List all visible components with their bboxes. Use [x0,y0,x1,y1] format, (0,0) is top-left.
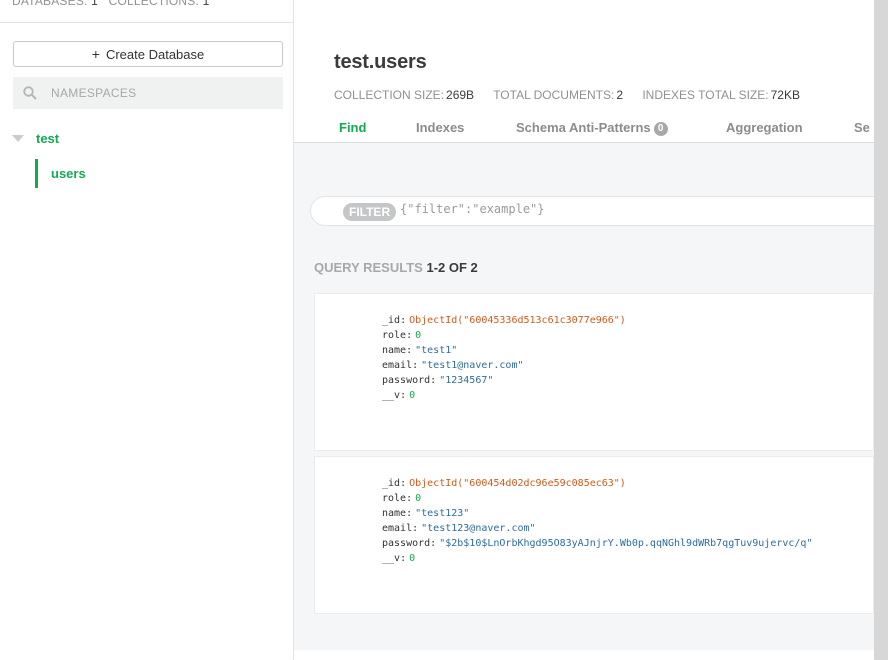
document-field: _idObjectId("60045336d513c61c3077e966") [382,313,626,328]
field-key: email [382,523,418,534]
collections-label: COLLECTIONS: [108,0,200,8]
field-key: password [382,538,436,549]
page-title: test.users [334,51,427,73]
field-key: password [382,375,436,386]
caret-down-icon[interactable] [12,134,24,142]
field-value: "$2b$10$LnOrbKhgd95O83yAJnjrY.Wb0p.qqNGh… [439,538,813,549]
field-value: "1234567" [439,375,494,386]
namespace-search-input[interactable] [51,86,251,100]
field-key: __v [382,553,406,564]
collection-size-stat: COLLECTION SIZE: 269B [334,88,474,102]
field-key: _id [382,478,406,489]
stat-label: INDEXES TOTAL SIZE: [642,88,769,102]
filter-input[interactable] [400,202,800,216]
field-value: "test1" [415,345,458,356]
stat-value: 269B [446,88,475,102]
tab-schema[interactable]: Se [854,118,870,142]
document-card[interactable]: _idObjectId("60045336d513c61c3077e966") … [314,293,874,451]
instance-summary: DATABASES: 1 COLLECTIONS: 1 [12,0,209,8]
sidebar-item-collection-users[interactable]: users [35,159,285,188]
field-key: _id [382,315,406,326]
field-key: role [382,493,412,504]
document-field: role0 [382,328,626,343]
document-field: password"$2b$10$LnOrbKhgd95O83yAJnjrY.Wb… [382,536,812,551]
field-value: 0 [415,493,422,504]
sidebar-item-database-test[interactable]: test [12,129,59,147]
collection-tabs: Find Indexes Schema Anti-Patterns 0 Aggre… [294,118,874,142]
field-key: __v [382,390,406,401]
collections-count: 1 [202,0,210,8]
databases-label: DATABASES: [12,0,88,8]
filter-label: FILTER [343,203,397,221]
database-name: test [36,130,60,146]
collection-header: test.users COLLECTION SIZE: 269B TOTAL DO… [294,0,874,143]
document-field: __v0 [382,388,626,403]
field-value: 0 [409,390,416,401]
document-fields: _idObjectId("60045336d513c61c3077e966") … [382,313,626,403]
document-field: __v0 [382,551,812,566]
sidebar-divider [0,22,293,23]
document-field: _idObjectId("600454d02dc96e59c085ec63") [382,476,812,491]
field-key: email [382,360,418,371]
query-results-summary: QUERY RESULTS 1-2 OF 2 [314,260,478,275]
field-key: name [382,345,412,356]
stat-value: 72KB [770,88,800,102]
tab-aggregation[interactable]: Aggregation [726,118,803,142]
search-icon [23,86,37,100]
document-fields: _idObjectId("600454d02dc96e59c085ec63") … [382,476,812,566]
find-panel: FILTER QUERY RESULTS 1-2 OF 2 _idObjectI… [294,143,874,650]
indexes-size-stat: INDEXES TOTAL SIZE: 72KB [642,88,800,102]
stat-label: TOTAL DOCUMENTS: [493,88,615,102]
document-field: name"test123" [382,506,812,521]
namespace-filter [13,77,283,109]
collection-view: test.users COLLECTION SIZE: 269B TOTAL DO… [294,0,874,650]
field-key: role [382,330,412,341]
tab-indexes[interactable]: Indexes [416,118,464,142]
databases-count: 1 [91,0,98,8]
sidebar: DATABASES: 1 COLLECTIONS: 1 + Create Data… [0,0,294,660]
total-documents-stat: TOTAL DOCUMENTS: 2 [493,88,623,102]
document-field: email"test123@naver.com" [382,521,812,536]
tab-label: Schema Anti-Patterns [516,120,651,135]
tab-find[interactable]: Find [339,118,366,142]
document-field: password"1234567" [382,373,626,388]
stat-label: COLLECTION SIZE: [334,88,445,102]
vertical-scrollbar[interactable] [874,0,888,660]
document-field: email"test1@naver.com" [382,358,626,373]
plus-icon: + [91,46,100,62]
collection-stats: COLLECTION SIZE: 269B TOTAL DOCUMENTS: 2 I… [334,88,816,102]
query-filter-bar: FILTER [310,196,874,226]
field-value: ObjectId("600454d02dc96e59c085ec63") [409,478,626,489]
results-label: QUERY RESULTS [314,260,423,275]
stat-value: 2 [616,88,623,102]
field-value: "test123" [415,508,470,519]
field-value: 0 [415,330,422,341]
field-value: "test123@naver.com" [421,523,536,534]
results-count: 1-2 OF 2 [426,260,478,275]
field-key: name [382,508,412,519]
count-badge: 0 [653,122,668,136]
tab-schema-anti-patterns[interactable]: Schema Anti-Patterns 0 [516,118,668,142]
bottom-edge [294,650,874,660]
document-field: name"test1" [382,343,626,358]
document-field: role0 [382,491,812,506]
collection-name: users [51,166,86,181]
field-value: "test1@naver.com" [421,360,524,371]
create-database-button[interactable]: + Create Database [13,41,283,67]
document-card[interactable]: _idObjectId("600454d02dc96e59c085ec63") … [314,456,874,614]
field-value: ObjectId("60045336d513c61c3077e966") [409,315,626,326]
create-database-label: Create Database [105,47,205,62]
field-value: 0 [409,553,416,564]
